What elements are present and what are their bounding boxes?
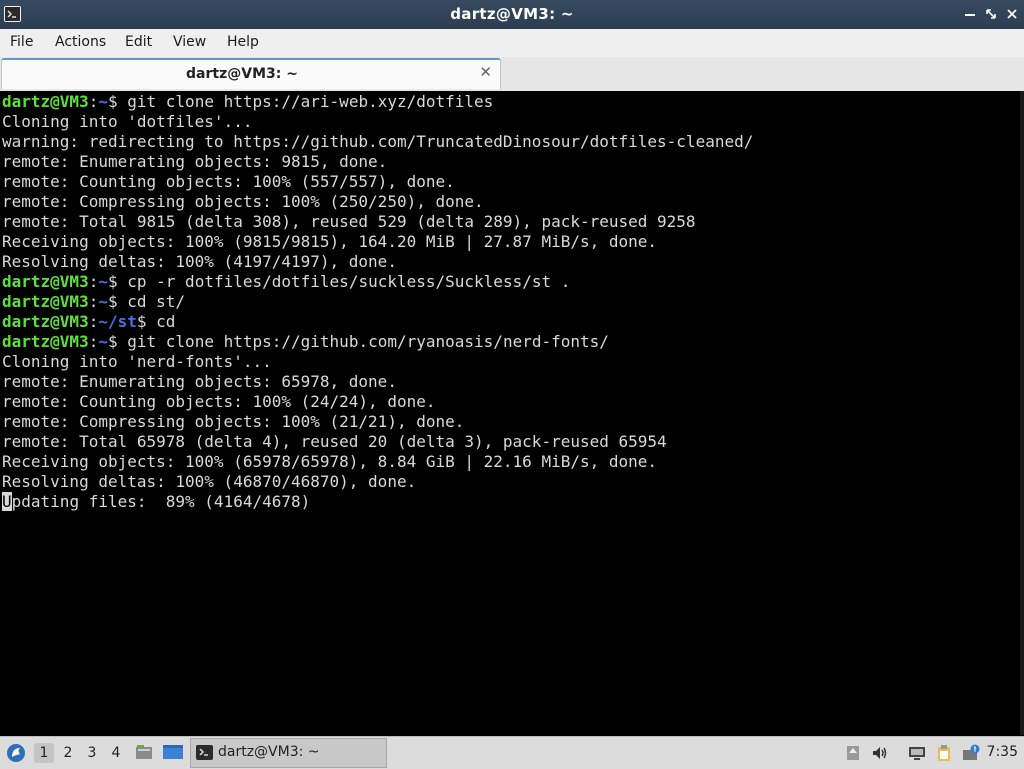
- command-text: cd st/: [117, 292, 186, 311]
- text-cursor: U: [2, 492, 12, 511]
- command-text: cp -r dotfiles/dotfiles/suckless/Suckles…: [117, 272, 571, 291]
- terminal-line: remote: Compressing objects: 100% (21/21…: [2, 412, 465, 431]
- maximize-button[interactable]: [984, 6, 998, 22]
- tab-close-icon[interactable]: ✕: [479, 63, 492, 81]
- terminal-line: Resolving deltas: 100% (4197/4197), done…: [2, 252, 397, 271]
- close-icon: [1007, 9, 1017, 19]
- prompt-separator: :: [88, 272, 99, 291]
- taskbar-terminal-button[interactable]: dartz@VM3: ~: [190, 738, 387, 768]
- window-title: dartz@VM3: ~: [450, 5, 574, 23]
- terminal-line: remote: Counting objects: 100% (24/24), …: [2, 392, 436, 411]
- volume-icon[interactable]: [871, 744, 889, 762]
- terminal-line: remote: Enumerating objects: 9815, done.: [2, 152, 388, 171]
- terminal-line: remote: Counting objects: 100% (557/557)…: [2, 172, 455, 191]
- terminal-line: dartz@VM3:~$ cd st/: [2, 292, 185, 312]
- window-titlebar[interactable]: dartz@VM3: ~: [0, 0, 1024, 29]
- prompt-user: dartz@VM3: [2, 92, 89, 111]
- terminal-line: dartz@VM3:~$ cp -r dotfiles/dotfiles/suc…: [2, 272, 570, 292]
- output-text: pdating files: 89% (4164/4678): [11, 492, 311, 511]
- prompt-user: dartz@VM3: [2, 292, 89, 311]
- prompt-symbol: $: [107, 292, 118, 311]
- prompt-user: dartz@VM3: [2, 312, 89, 331]
- prompt-separator: :: [88, 92, 99, 111]
- terminal-task-icon: [196, 745, 213, 760]
- terminal-line: remote: Total 9815 (delta 308), reused 5…: [2, 212, 696, 231]
- clipboard-icon[interactable]: [935, 744, 953, 762]
- prompt-symbol: $: [136, 312, 147, 331]
- prompt-user: dartz@VM3: [2, 332, 89, 351]
- tab-terminal[interactable]: dartz@VM3: ~ ✕: [1, 58, 501, 89]
- updates-icon[interactable]: [844, 744, 862, 762]
- prompt-separator: :: [88, 332, 99, 351]
- terminal-line: Resolving deltas: 100% (46870/46870), do…: [2, 472, 417, 491]
- start-menu-icon[interactable]: [6, 743, 26, 763]
- prompt-symbol: $: [107, 92, 118, 111]
- terminal-scrollbar[interactable]: [1020, 91, 1024, 735]
- menu-view[interactable]: View: [173, 34, 206, 50]
- command-text: git clone https://github.com/ryanoasis/n…: [117, 332, 609, 351]
- prompt-separator: :: [88, 312, 99, 331]
- prompt-symbol: $: [107, 272, 118, 291]
- terminal-line: remote: Enumerating objects: 65978, done…: [2, 372, 397, 391]
- clock[interactable]: 7:35: [987, 744, 1018, 760]
- maximize-icon: [986, 9, 996, 19]
- terminal-line: Receiving objects: 100% (65978/65978), 8…: [2, 452, 658, 471]
- command-text: git clone https://ari-web.xyz/dotfiles: [117, 92, 494, 111]
- terminal-output[interactable]: dartz@VM3:~$ git clone https://ari-web.x…: [2, 91, 1022, 735]
- minimize-button[interactable]: [963, 6, 977, 22]
- terminal-line: Updating files: 89% (4164/4678): [2, 492, 310, 512]
- terminal-line: Cloning into 'dotfiles'...: [2, 112, 253, 131]
- prompt-user: dartz@VM3: [2, 272, 89, 291]
- prompt-symbol: $: [107, 332, 118, 351]
- menu-file[interactable]: File: [10, 34, 33, 50]
- prompt-path: ~: [98, 92, 108, 111]
- terminal-line: dartz@VM3:~$ git clone https://ari-web.x…: [2, 92, 493, 112]
- terminal-line: Receiving objects: 100% (9815/9815), 164…: [2, 232, 658, 251]
- terminal-line: Cloning into 'nerd-fonts'...: [2, 352, 272, 371]
- desktop-1-button[interactable]: 1: [34, 743, 54, 763]
- tab-label: dartz@VM3: ~: [186, 66, 298, 82]
- menu-actions[interactable]: Actions: [55, 34, 106, 50]
- taskbar-terminal-label: dartz@VM3: ~: [218, 744, 320, 760]
- terminal-line: dartz@VM3:~/st$ cd: [2, 312, 175, 332]
- desktop-4-button[interactable]: 4: [106, 743, 126, 763]
- minimize-icon: [965, 14, 975, 16]
- show-desktop-icon[interactable]: [162, 743, 184, 761]
- prompt-path: ~: [98, 332, 108, 351]
- desktop-3-button[interactable]: 3: [82, 743, 102, 763]
- network-icon[interactable]: [907, 744, 925, 762]
- prompt-path: ~: [98, 292, 108, 311]
- notification-icon[interactable]: [961, 744, 980, 762]
- desktop-2-button[interactable]: 2: [58, 743, 78, 763]
- menu-edit[interactable]: Edit: [125, 34, 152, 50]
- close-window-button[interactable]: [1005, 6, 1019, 22]
- menu-help[interactable]: Help: [227, 34, 259, 50]
- terminal-line: remote: Compressing objects: 100% (250/2…: [2, 192, 484, 211]
- command-text: cd: [146, 312, 176, 331]
- terminal-line: remote: Total 65978 (delta 4), reused 20…: [2, 432, 667, 451]
- taskbar: 1234 dartz@VM3: ~ 7:35: [0, 736, 1024, 769]
- tab-bar: dartz@VM3: ~ ✕: [0, 57, 1024, 91]
- menu-bar: File Actions Edit View Help: [0, 29, 1024, 58]
- prompt-path: ~: [98, 272, 108, 291]
- terminal-line: warning: redirecting to https://github.c…: [2, 132, 754, 151]
- prompt-path: ~/st: [98, 312, 137, 331]
- prompt-separator: :: [88, 292, 99, 311]
- file-manager-icon[interactable]: [134, 742, 154, 762]
- terminal-line: dartz@VM3:~$ git clone https://github.co…: [2, 332, 609, 352]
